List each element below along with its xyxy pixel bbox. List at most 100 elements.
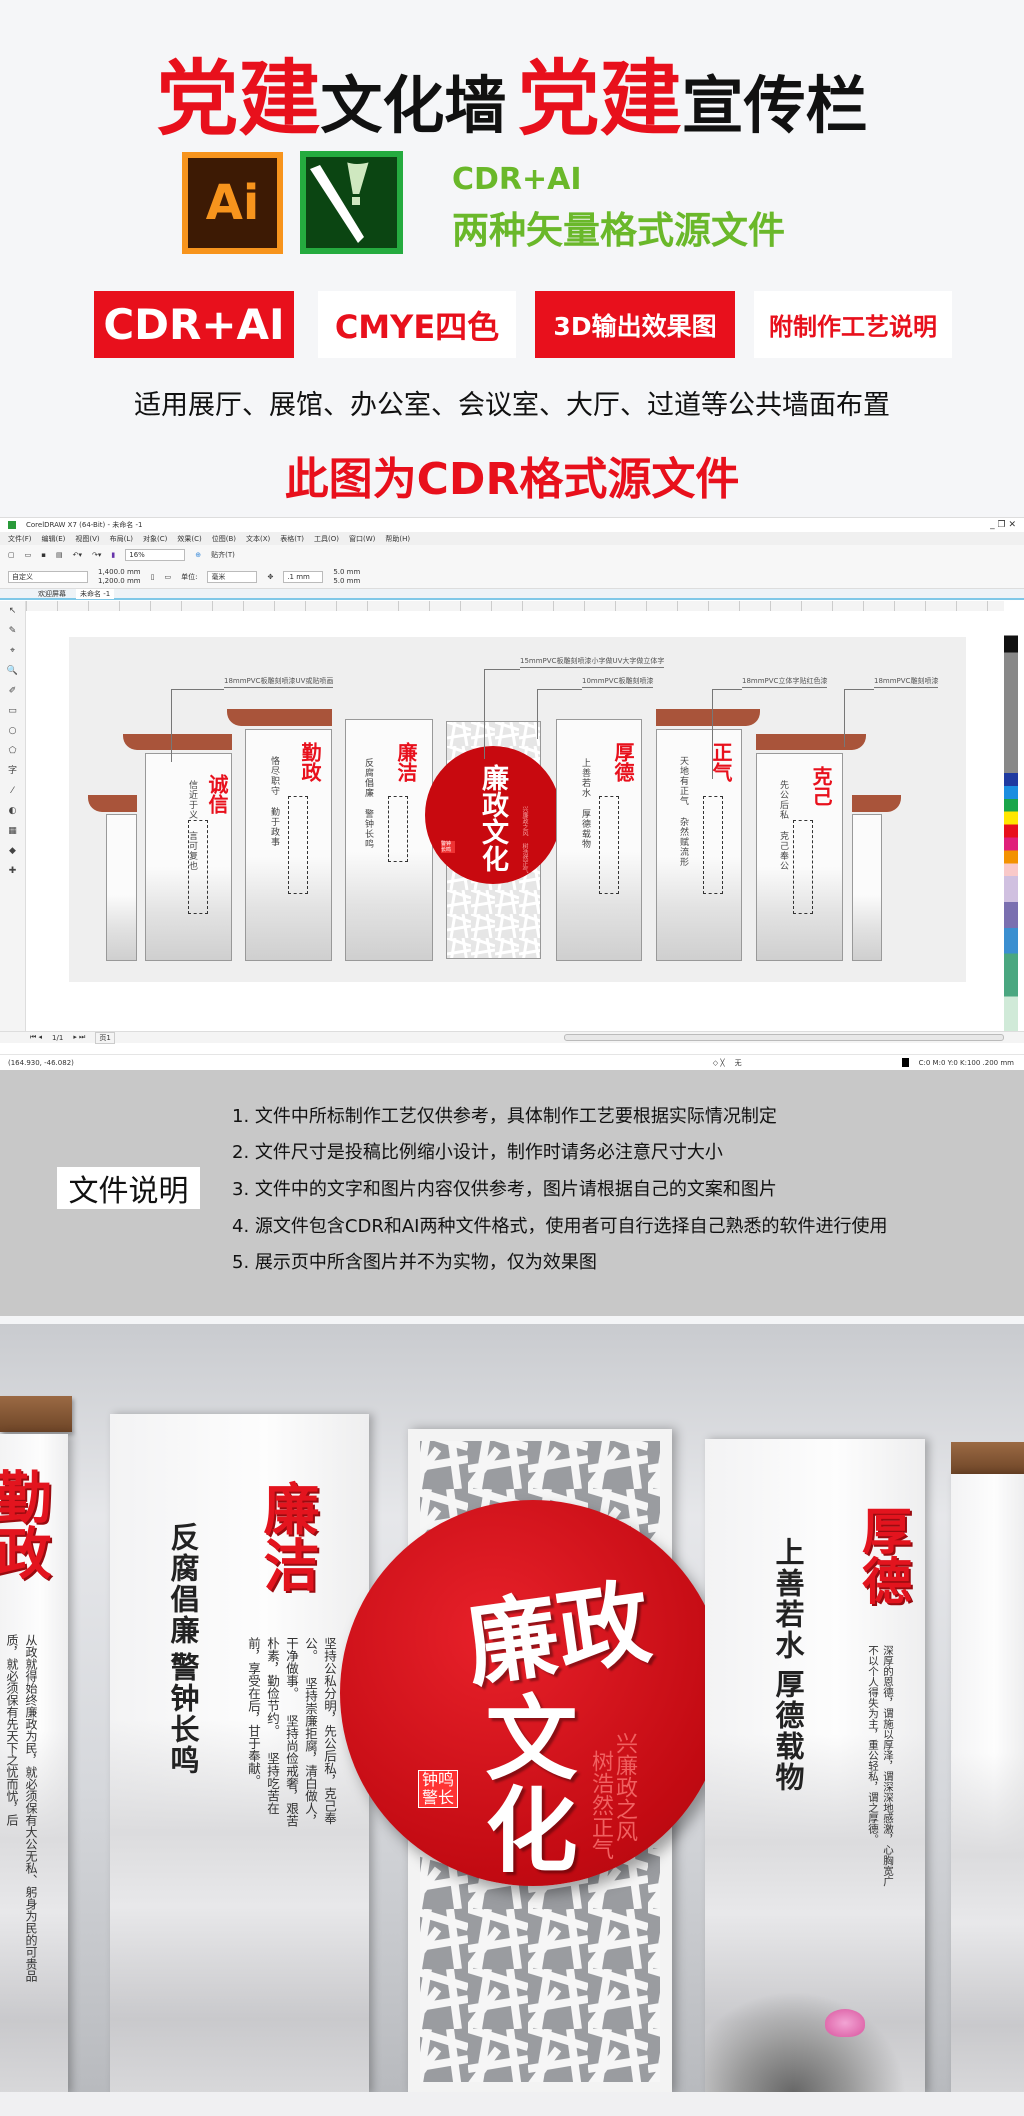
page-tab[interactable]: 页1 bbox=[95, 1031, 115, 1044]
property-bar: 自定义 1,400.0 mm 1,200.0 mm ▯ ▭ 单位: 毫米 ✥ .1… bbox=[0, 565, 1024, 589]
portrait-icon[interactable]: ▯ bbox=[151, 573, 155, 581]
page-size-select[interactable]: 自定义 bbox=[8, 570, 88, 583]
zoom-icon[interactable]: ⊕ bbox=[195, 551, 201, 559]
status-bar: (164.930, -46.082) ◇ ╳ 无 C:0 M:0 Y:0 K:1… bbox=[0, 1054, 1024, 1070]
promo-header: 党建文化墙 党建宣传栏 Ai CDR+AI 两种矢量格式源文件 CDR+AI C… bbox=[0, 0, 1024, 517]
panel-houde: 厚德 上善若水 厚德载物 深厚的恩德，谓施以厚泽，谓深深地感激，心胸宽广 不以个… bbox=[705, 1439, 925, 2092]
tab-untitled[interactable]: 未命名 -1 bbox=[76, 588, 115, 599]
panel-qinzheng: 勤政 从政就得始终廉政为民，就必须保有大公无私、躬身为民的可贵品质，就必须保有先… bbox=[0, 1434, 68, 2092]
note-item: 3. 文件中的文字和图片内容仅供参考，图片请根据自己的文案和图片 bbox=[232, 1179, 777, 1200]
panel-motto: 上善若水 厚德载物 bbox=[580, 758, 590, 849]
panel-motto: 上善若水 bbox=[771, 1537, 805, 1661]
text-placeholder bbox=[793, 820, 813, 914]
page-navigator: ⏮ ◂ 1/1 ▸ ⏭ 页1 bbox=[0, 1031, 1024, 1044]
formats-line-2: 两种矢量格式源文件 bbox=[452, 209, 785, 252]
title-red-1: 党建 bbox=[156, 52, 321, 147]
wood-cap bbox=[0, 1396, 72, 1432]
menu-view[interactable]: 视图(V) bbox=[75, 534, 99, 544]
badge-cdr-ai: CDR+AI bbox=[94, 291, 294, 358]
tab-welcome[interactable]: 欢迎屏幕 bbox=[38, 589, 66, 599]
cursor-coordinates: (164.930, -46.082) bbox=[8, 1058, 74, 1067]
footer-strip bbox=[0, 2092, 1024, 2116]
panel-chengxin: 诚信 信近于义 言可复也 bbox=[145, 753, 232, 961]
menu-table[interactable]: 表格(T) bbox=[280, 534, 304, 544]
panel-houde: 厚德 上善若水 厚德载物 bbox=[556, 719, 642, 961]
panel-title: 厚德 bbox=[611, 742, 635, 782]
menu-file[interactable]: 文件(F) bbox=[8, 534, 32, 544]
menu-object[interactable]: 对象(C) bbox=[143, 534, 167, 544]
undo-icon[interactable]: ↶▾ bbox=[73, 551, 82, 559]
menu-help[interactable]: 帮助(H) bbox=[385, 534, 410, 544]
file-notes-section: 文件说明 1. 文件中所标制作工艺仅供参考，具体制作工艺要根据实际情况制定 2.… bbox=[0, 1070, 1024, 1316]
first-page-icon[interactable]: ⏮ ◂ bbox=[30, 1033, 42, 1042]
menu-bar: 文件(F) 编辑(E) 视图(V) 布局(L) 对象(C) 效果(C) 位图(B… bbox=[0, 532, 1024, 545]
menu-tools[interactable]: 工具(O) bbox=[314, 534, 339, 544]
panel-zhengqi: 正气 天地有正气 杂然赋流形 bbox=[656, 729, 742, 961]
page-height-input[interactable]: 1,200.0 mm bbox=[98, 577, 141, 586]
landscape-icon[interactable]: ▭ bbox=[164, 573, 171, 581]
import-icon[interactable]: ▮ bbox=[111, 551, 115, 559]
roof-cap bbox=[756, 734, 866, 750]
lotus-ink-painting bbox=[705, 1974, 925, 2092]
emblem-slogan: 兴廉政之风 树浩然正气 bbox=[521, 806, 528, 873]
roof-cap bbox=[227, 709, 332, 726]
emblem-title-2: 文化 bbox=[470, 1690, 578, 1874]
lotus-flower bbox=[825, 2009, 865, 2037]
color-palette[interactable] bbox=[1004, 601, 1018, 1031]
next-page-icon[interactable]: ▸ ⏭ bbox=[73, 1033, 85, 1042]
text-placeholder bbox=[703, 796, 723, 894]
leader-line bbox=[844, 689, 845, 747]
horizontal-scrollbar[interactable] bbox=[564, 1034, 1004, 1041]
note-item: 1. 文件中所标制作工艺仅供参考，具体制作工艺要根据实际情况制定 bbox=[232, 1106, 777, 1127]
panel-title: 厚德 bbox=[854, 1505, 912, 1605]
badge-craft-notes: 附制作工艺说明 bbox=[754, 291, 952, 358]
panel-motto: 恪尽职守 勤于政事 bbox=[269, 756, 279, 847]
outline-swatch bbox=[901, 1058, 909, 1067]
title-bar: CorelDRAW X7 (64-Bit) - 未命名 -1 _ ❐ ✕ bbox=[0, 518, 1024, 532]
title-black-1: 文化墙 bbox=[320, 69, 507, 142]
window-controls[interactable]: _ ❐ ✕ bbox=[990, 520, 1016, 530]
nudge-input[interactable]: .1 mm bbox=[283, 570, 324, 583]
snap-to-menu[interactable]: 贴齐(T) bbox=[211, 550, 235, 560]
menu-text[interactable]: 文本(X) bbox=[246, 534, 270, 544]
page-width-input[interactable]: 1,400.0 mm bbox=[98, 568, 141, 577]
leader-line bbox=[712, 689, 742, 690]
emblem-slogan: 树浩然正气 bbox=[588, 1750, 613, 1860]
annotation-label: 10mmPVC板雕刻喷漆 bbox=[582, 676, 654, 688]
panel-title: 廉洁 bbox=[394, 742, 418, 782]
menu-edit[interactable]: 编辑(E) bbox=[42, 534, 66, 544]
panel-motto: 先公后私 克己奉公 bbox=[778, 780, 788, 871]
adobe-illustrator-icon: Ai bbox=[182, 152, 283, 254]
render-3d-preview: 勤政 从政就得始终廉政为民，就必须保有大公无私、躬身为民的可贵品质，就必须保有先… bbox=[0, 1324, 1024, 2092]
duplicate-y-input[interactable]: 5.0 mm bbox=[333, 577, 360, 586]
print-icon[interactable]: ▤ bbox=[56, 551, 63, 559]
leader-line bbox=[171, 689, 224, 690]
panel-motto: 反腐倡廉 警钟长鸣 bbox=[363, 758, 373, 849]
standard-toolbar: ▢ ▭ ▪ ▤ ↶▾ ↷▾ ▮ 16% ⊕ 贴齐(T) bbox=[0, 545, 1024, 565]
new-icon[interactable]: ▢ bbox=[8, 551, 15, 559]
menu-layout[interactable]: 布局(L) bbox=[110, 534, 133, 544]
menu-bitmaps[interactable]: 位图(B) bbox=[212, 534, 236, 544]
body-line: 从政就得始终廉政为民，就必须保有大公无私、躬身 bbox=[24, 1634, 38, 1910]
usage-text: 适用展厅、展馆、办公室、会议室、大厅、过道等公共墙面布置 bbox=[134, 390, 890, 421]
open-icon[interactable]: ▭ bbox=[25, 551, 32, 559]
toolbox[interactable]: ↖ ✎ ⌖ 🔍 ✐ ▭ ○ ⬠ 字 ⁄ ◐ ▦ ◆ ✚ bbox=[0, 601, 26, 1031]
menu-window[interactable]: 窗口(W) bbox=[349, 534, 375, 544]
badge-3d-render: 3D输出效果图 bbox=[535, 291, 735, 358]
main-title: 党建文化墙 党建宣传栏 bbox=[0, 32, 1024, 151]
menu-effects[interactable]: 效果(C) bbox=[177, 534, 201, 544]
panel-title: 勤政 bbox=[0, 1468, 51, 1580]
nudge-icon: ✥ bbox=[267, 572, 274, 581]
redo-icon[interactable]: ↷▾ bbox=[92, 551, 101, 559]
source-notice: 此图为CDR格式源文件 bbox=[284, 454, 740, 505]
title-red-2: 党建 bbox=[517, 52, 682, 147]
seal-line: 钟鸣 bbox=[421, 1770, 454, 1789]
units-select[interactable]: 毫米 bbox=[207, 570, 258, 583]
duplicate-x-input[interactable]: 5.0 mm bbox=[333, 568, 360, 577]
units-label: 单位: bbox=[181, 572, 198, 581]
save-icon[interactable]: ▪ bbox=[41, 551, 46, 559]
zoom-level-select[interactable]: 16% bbox=[125, 549, 186, 561]
annotation-label: 15mmPVC板雕刻喷漆小字做UV大字做立体字 bbox=[520, 656, 665, 668]
leader-line bbox=[537, 689, 538, 739]
text-placeholder bbox=[599, 796, 619, 894]
